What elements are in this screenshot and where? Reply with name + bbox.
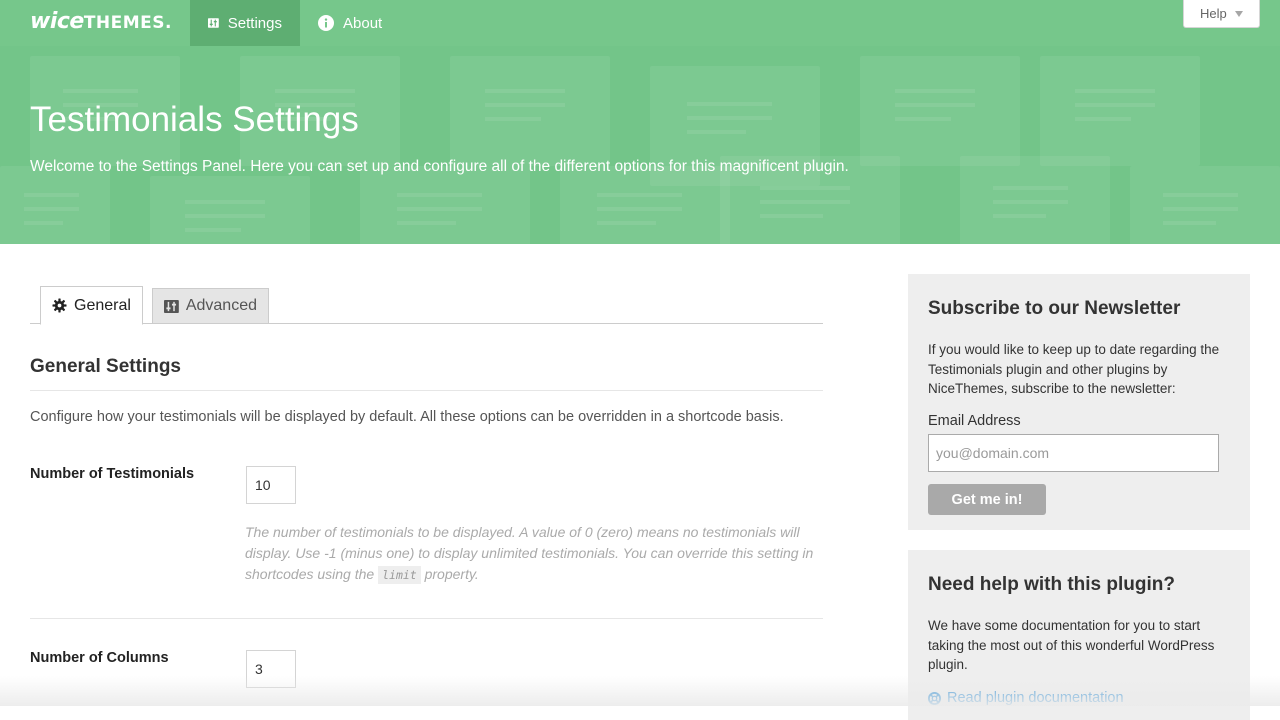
help-card-title: Need help with this plugin? <box>928 574 1175 595</box>
bubble-line-decoration <box>993 186 1068 190</box>
bubble-line-decoration <box>1075 117 1131 121</box>
bubble-line-decoration <box>993 200 1068 204</box>
bubble-line-decoration <box>275 89 355 93</box>
help-code-limit: limit <box>378 566 421 584</box>
bubble-line-decoration <box>1163 221 1216 225</box>
nav-about-label: About <box>343 14 383 32</box>
speech-bubble-decoration <box>0 166 110 244</box>
bubble-line-decoration <box>597 221 656 225</box>
caret-down-icon <box>1234 10 1243 17</box>
bubble-line-decoration <box>24 207 79 211</box>
help-text-before: The number of testimonials to be display… <box>245 524 814 582</box>
bubble-line-decoration <box>24 193 79 197</box>
field-label-number-of-columns: Number of Columns <box>30 650 169 666</box>
nav-tab-settings[interactable]: Settings <box>190 0 300 46</box>
tab-general-label: General <box>74 296 131 314</box>
bubble-line-decoration <box>1163 193 1238 197</box>
section-title: General Settings <box>30 356 181 377</box>
help-card-text: We have some documentation for you to st… <box>928 618 1215 672</box>
tab-advanced[interactable]: Advanced <box>152 288 269 324</box>
help-dropdown-button[interactable]: Help <box>1183 0 1260 28</box>
bubble-line-decoration <box>185 200 265 204</box>
bubble-line-decoration <box>687 102 772 106</box>
bubble-line-decoration <box>485 103 565 107</box>
read-documentation-link[interactable]: Read plugin documentation <box>928 690 1124 706</box>
doc-link-label: Read plugin documentation <box>947 690 1124 706</box>
logo-text-part2: THEMES. <box>83 13 172 33</box>
speech-bubble-decoration <box>450 56 610 166</box>
divider <box>30 618 823 619</box>
sliders-icon <box>164 299 179 313</box>
number-of-testimonials-input[interactable] <box>246 466 296 504</box>
speech-bubble-decoration <box>960 156 1110 244</box>
speech-bubble-decoration <box>1130 166 1280 244</box>
top-navbar: wiceTHEMES. Settings About Help <box>0 0 1280 46</box>
speech-bubble-decoration <box>560 166 730 244</box>
help-text-after: property. <box>424 566 479 582</box>
speech-bubble-decoration <box>860 56 1020 166</box>
bubble-line-decoration <box>895 89 975 93</box>
nav-settings-label: Settings <box>227 14 282 32</box>
tab-advanced-label: Advanced <box>185 297 257 314</box>
bubble-line-decoration <box>1075 103 1155 107</box>
help-label: Help <box>1200 6 1227 21</box>
bubble-line-decoration <box>687 130 746 134</box>
hero-banner: Testimonials Settings Welcome to the Set… <box>0 46 1280 244</box>
bubble-line-decoration <box>760 186 850 190</box>
help-card: Need help with this plugin? We have some… <box>908 550 1250 720</box>
bubble-line-decoration <box>397 207 482 211</box>
bubble-line-decoration <box>485 117 541 121</box>
email-label: Email Address <box>928 413 1021 429</box>
settings-tabs: General Advanced <box>30 286 823 325</box>
number-of-columns-input[interactable] <box>246 650 296 688</box>
bubble-line-decoration <box>185 214 265 218</box>
tab-general[interactable]: General <box>40 286 143 325</box>
page-title: Testimonials Settings <box>30 100 359 139</box>
bubble-line-decoration <box>485 89 565 93</box>
bubble-line-decoration <box>895 103 975 107</box>
bubble-line-decoration <box>597 193 682 197</box>
newsletter-title: Subscribe to our Newsletter <box>928 298 1181 319</box>
sliders-icon <box>208 18 219 28</box>
field-label-number-of-testimonials: Number of Testimonials <box>30 466 195 482</box>
nicethemes-logo[interactable]: wiceTHEMES. <box>30 9 172 37</box>
speech-bubble-decoration <box>360 166 530 244</box>
speech-bubble-decoration <box>150 176 310 244</box>
field-help-text: The number of testimonials to be display… <box>245 522 815 586</box>
newsletter-text: If you would like to keep up to date reg… <box>928 342 1220 396</box>
info-icon <box>318 15 334 31</box>
email-field[interactable] <box>928 434 1219 472</box>
bubble-line-decoration <box>1163 207 1238 211</box>
bubble-line-decoration <box>760 214 823 218</box>
gear-icon <box>52 298 67 313</box>
newsletter-card: Subscribe to our Newsletter If you would… <box>908 274 1250 530</box>
bubble-line-decoration <box>760 200 850 204</box>
divider <box>30 390 823 391</box>
subscribe-button[interactable]: Get me in! <box>928 484 1046 515</box>
section-description: Configure how your testimonials will be … <box>30 409 784 425</box>
bubble-line-decoration <box>687 116 772 120</box>
speech-bubble-decoration <box>1040 56 1200 166</box>
bubble-line-decoration <box>185 228 241 232</box>
bubble-line-decoration <box>397 193 482 197</box>
bubble-line-decoration <box>1075 89 1155 93</box>
bubble-line-decoration <box>24 221 63 225</box>
bubble-line-decoration <box>597 207 682 211</box>
bubble-line-decoration <box>993 214 1046 218</box>
lifebuoy-icon <box>928 691 941 705</box>
bubble-line-decoration <box>397 221 456 225</box>
bubble-line-decoration <box>895 117 951 121</box>
bubble-line-decoration <box>63 89 138 93</box>
logo-text-part1: wice <box>30 9 84 34</box>
page-subtitle: Welcome to the Settings Panel. Here you … <box>30 158 849 175</box>
nav-tab-about[interactable]: About <box>300 0 400 46</box>
